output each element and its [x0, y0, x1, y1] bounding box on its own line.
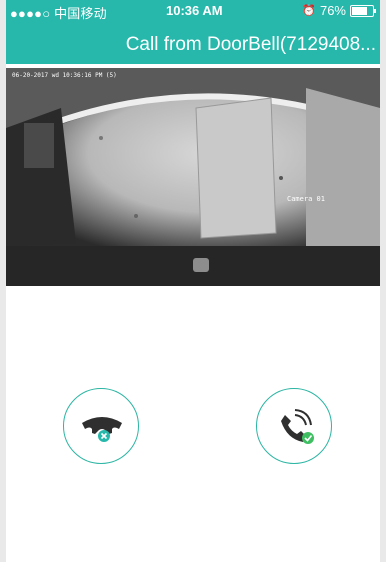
camera-label: Camera 01 — [287, 195, 325, 203]
decline-call-button[interactable] — [63, 388, 139, 464]
status-bar: ●●●●○ 中国移动 10:36 AM ⏰ 76% — [6, 0, 380, 21]
battery-icon — [350, 4, 376, 17]
call-header: ●●●●○ 中国移动 10:36 AM ⏰ 76% Call from Door… — [6, 0, 380, 64]
page-title: Call from DoorBell(7129408... — [125, 34, 376, 55]
accept-call-button[interactable] — [256, 388, 332, 464]
alarm-icon: ⏰ — [302, 5, 316, 17]
status-time: 10:36 AM — [166, 3, 223, 18]
camera-feed: 06-20-2017 wd 10:36:16 PM (5) Camera 01 — [6, 68, 380, 246]
camera-view-image — [6, 68, 380, 246]
status-right: ⏰ 76% — [302, 3, 376, 18]
hangup-phone-icon — [82, 417, 122, 442]
stop-icon[interactable] — [193, 258, 209, 272]
video-timestamp: 06-20-2017 wd 10:36:16 PM (5) — [12, 72, 117, 79]
battery-percent: 76% — [319, 3, 346, 18]
video-control-bar — [6, 246, 380, 286]
carrier-label: ●●●●○ 中国移动 — [10, 6, 107, 21]
answer-phone-icon — [281, 409, 314, 444]
